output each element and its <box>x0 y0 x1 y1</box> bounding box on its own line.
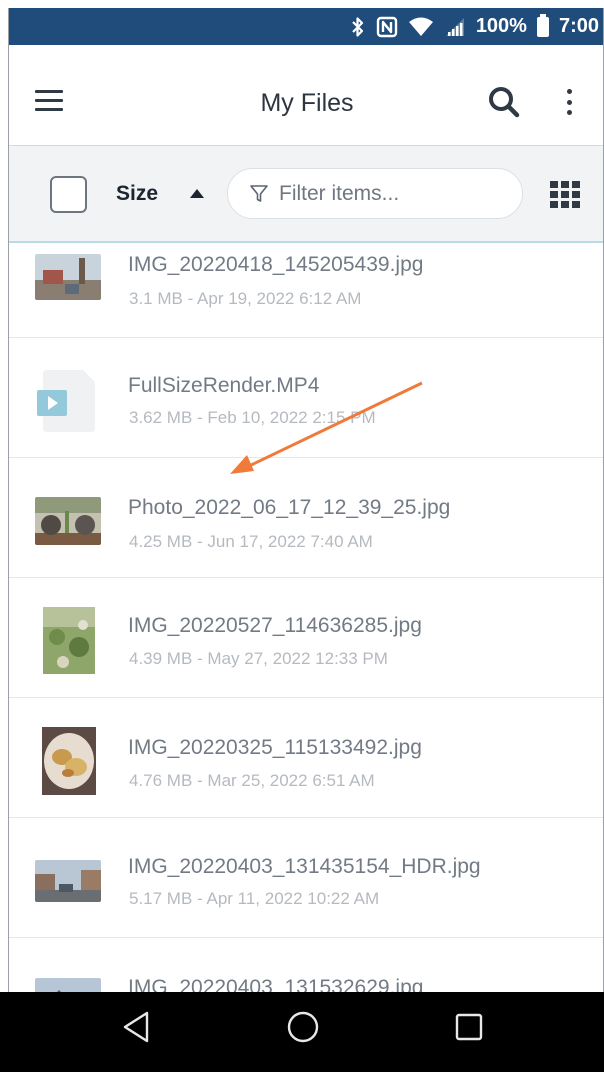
battery-icon <box>536 13 549 37</box>
file-name: Photo_2022_06_17_12_39_25.jpg <box>128 496 451 519</box>
file-list[interactable]: IMG_20220418_145205439.jpg 3.1 MB - Apr … <box>9 243 603 998</box>
list-item[interactable]: FullSizeRender.MP4 3.62 MB - Feb 10, 202… <box>9 338 603 458</box>
phone-screen: 100% 7:00 My Files Size Filter items... … <box>8 8 604 1072</box>
system-nav-bar <box>0 992 604 1072</box>
filter-funnel-icon <box>250 185 268 202</box>
list-item[interactable]: IMG_20220325_115133492.jpg 4.76 MB - Mar… <box>9 698 603 818</box>
filter-field[interactable] <box>227 168 523 219</box>
select-all-checkbox[interactable] <box>50 176 87 213</box>
file-name: IMG_20220527_114636285.jpg <box>128 614 422 637</box>
clock: 7:00 <box>558 15 599 37</box>
status-icons: 100% 7:00 <box>350 8 599 45</box>
street-photo-thumbnail <box>35 860 101 902</box>
battery-percent: 100% <box>475 15 527 37</box>
back-triangle-icon[interactable] <box>120 1010 154 1044</box>
sort-filter-bar: Size <box>9 146 603 243</box>
video-file-icon <box>37 370 95 432</box>
garden-photo-thumbnail <box>43 607 95 674</box>
list-item[interactable]: IMG_20220418_145205439.jpg 3.1 MB - Apr … <box>9 243 603 338</box>
file-meta: 3.62 MB - Feb 10, 2022 2:15 PM <box>129 408 376 427</box>
home-circle-icon[interactable] <box>286 1010 320 1044</box>
food-photo-thumbnail <box>42 727 96 795</box>
more-vertical-icon[interactable] <box>561 85 577 119</box>
search-icon[interactable] <box>487 85 521 119</box>
file-meta: 5.17 MB - Apr 11, 2022 10:22 AM <box>129 889 380 908</box>
file-meta: 4.39 MB - May 27, 2022 12:33 PM <box>129 649 388 668</box>
recents-square-icon[interactable] <box>452 1010 486 1044</box>
file-name: FullSizeRender.MP4 <box>128 374 320 397</box>
app-bar: My Files <box>9 45 603 146</box>
bluetooth-icon <box>352 16 363 37</box>
status-bar: 100% 7:00 <box>9 8 603 45</box>
file-meta: 4.25 MB - Jun 17, 2022 7:40 AM <box>129 532 373 551</box>
list-item[interactable]: IMG_20220403_131532629.jpg <box>9 938 603 998</box>
top-margin <box>0 0 604 8</box>
file-name: IMG_20220418_145205439.jpg <box>128 253 424 276</box>
filter-input[interactable] <box>279 181 509 207</box>
list-item[interactable]: Photo_2022_06_17_12_39_25.jpg 4.25 MB - … <box>9 458 603 578</box>
list-item[interactable]: IMG_20220403_131435154_HDR.jpg 5.17 MB -… <box>9 818 603 938</box>
file-name: IMG_20220403_131435154_HDR.jpg <box>128 855 481 878</box>
sort-label[interactable]: Size <box>116 182 158 206</box>
file-meta: 3.1 MB - Apr 19, 2022 6:12 AM <box>129 289 362 308</box>
grid-view-icon[interactable] <box>550 181 580 208</box>
wifi-icon <box>408 17 433 36</box>
list-item[interactable]: IMG_20220527_114636285.jpg 4.39 MB - May… <box>9 578 603 698</box>
signal-icon <box>445 17 464 36</box>
street-photo-thumbnail <box>35 254 101 300</box>
sort-ascending-icon[interactable] <box>190 189 204 198</box>
file-name: IMG_20220325_115133492.jpg <box>128 736 422 759</box>
nfc-icon <box>376 16 398 37</box>
plant-pots-photo-thumbnail <box>35 497 101 545</box>
file-meta: 4.76 MB - Mar 25, 2022 6:51 AM <box>129 771 375 790</box>
